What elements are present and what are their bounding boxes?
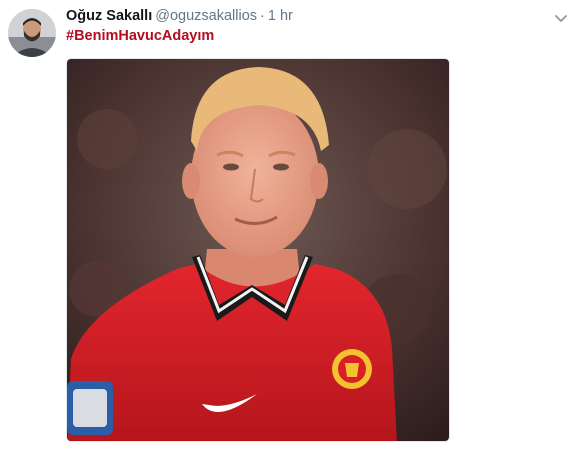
display-name[interactable]: Oğuz Sakallı [66,8,152,24]
chevron-down-icon[interactable] [553,10,569,26]
avatar[interactable] [8,9,56,57]
tweet-photo[interactable] [66,58,450,442]
separator-dot: · [260,8,265,24]
tweet-header: Oğuz Sakallı @oguzsakallios · 1 hr [66,7,293,27]
tweet-card: Oğuz Sakallı @oguzsakallios · 1 hr #BenimHa… [0,0,582,449]
photo-image [67,59,449,441]
hashtag-link[interactable]: #BenimHavucAdayım [66,28,214,44]
avatar-image [8,9,56,57]
user-handle[interactable]: @oguzsakallios [155,8,257,24]
timestamp[interactable]: 1 hr [268,8,293,24]
